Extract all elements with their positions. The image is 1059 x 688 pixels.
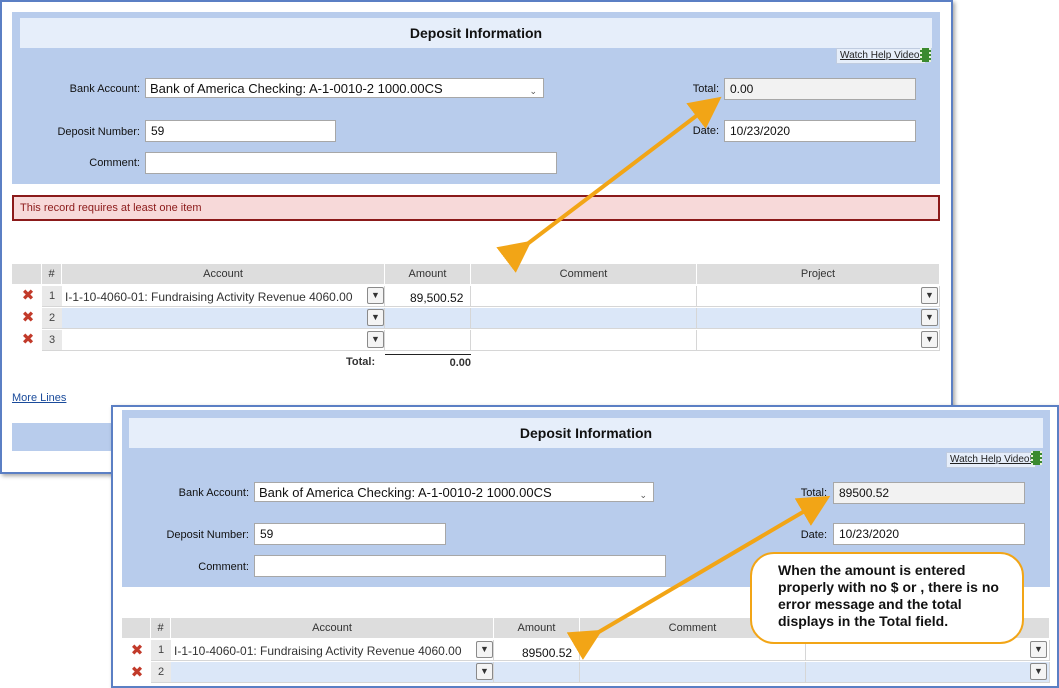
- top-grid-header-project: Project: [697, 264, 940, 284]
- bottom-date-input[interactable]: 10/23/2020: [833, 523, 1025, 545]
- account-cell[interactable]: [171, 662, 494, 683]
- bottom-grid-header-delete: [122, 618, 151, 638]
- amount-cell[interactable]: [385, 330, 471, 351]
- account-cell[interactable]: [62, 330, 385, 351]
- account-dropdown-icon[interactable]: ▼: [367, 287, 384, 304]
- project-cell[interactable]: [697, 308, 940, 329]
- bottom-bank-account-select[interactable]: Bank of America Checking: A-1-0010-2 100…: [254, 482, 654, 502]
- top-page-title: Deposit Information: [20, 18, 932, 48]
- account-dropdown-icon[interactable]: ▼: [367, 331, 384, 348]
- bottom-deposit-window: Deposit Information Watch Help Video! Ba…: [111, 405, 1059, 688]
- top-total-label: Total:: [692, 83, 719, 95]
- bottom-grid-header-account: Account: [171, 618, 494, 638]
- top-deposit-number-input[interactable]: 59: [145, 120, 336, 142]
- top-film-icon[interactable]: [920, 48, 931, 62]
- top-help-video-link[interactable]: Watch Help Video!: [836, 48, 927, 64]
- amount-cell[interactable]: [385, 308, 471, 329]
- bottom-page-title: Deposit Information: [129, 418, 1043, 448]
- bottom-film-icon[interactable]: [1031, 451, 1042, 465]
- top-grid-total-label: Total:: [346, 356, 376, 368]
- delete-row-icon[interactable]: ✖: [125, 663, 149, 683]
- more-lines-link[interactable]: More Lines: [12, 392, 66, 404]
- top-grid-total-value: 0.00: [385, 354, 471, 369]
- top-total-field: 0.00: [724, 78, 916, 100]
- row-number: 1: [151, 640, 171, 661]
- account-dropdown-icon[interactable]: ▼: [367, 309, 384, 326]
- amount-value: 89500.52: [522, 646, 573, 660]
- top-date-label: Date:: [692, 125, 719, 137]
- project-cell[interactable]: [697, 330, 940, 351]
- delete-row-icon[interactable]: ✖: [125, 641, 149, 661]
- bottom-comment-label: Comment:: [198, 561, 249, 573]
- account-dropdown-icon[interactable]: ▼: [476, 641, 493, 658]
- row-number: 3: [42, 330, 62, 351]
- bottom-grid-header-amount: Amount: [494, 618, 580, 638]
- project-cell[interactable]: [697, 286, 940, 307]
- bottom-bank-account-value: Bank of America Checking: A-1-0010-2 100…: [259, 485, 552, 500]
- top-bank-chevron-down-icon: ⌄: [529, 86, 537, 96]
- account-value: I-1-10-4060-01: Fundraising Activity Rev…: [65, 290, 353, 304]
- callout-bubble: When the amount is entered properly with…: [750, 552, 1024, 644]
- top-date-input[interactable]: 10/23/2020: [724, 120, 916, 142]
- comment-cell[interactable]: [471, 286, 697, 307]
- top-error-message: This record requires at least one item: [12, 195, 940, 221]
- comment-cell[interactable]: [471, 330, 697, 351]
- callout-text: When the amount is entered properly with…: [778, 562, 999, 629]
- top-grid-header-num: #: [42, 264, 62, 284]
- top-bank-account-value: Bank of America Checking: A-1-0010-2 100…: [150, 81, 443, 96]
- bottom-date-label: Date:: [800, 529, 827, 541]
- amount-cell[interactable]: [494, 662, 580, 683]
- account-value: I-1-10-4060-01: Fundraising Activity Rev…: [174, 644, 462, 658]
- delete-row-icon[interactable]: ✖: [16, 286, 40, 306]
- project-cell[interactable]: [806, 662, 1050, 683]
- project-dropdown-icon[interactable]: ▼: [921, 309, 938, 326]
- bottom-total-label: Total:: [800, 487, 827, 499]
- project-dropdown-icon[interactable]: ▼: [1030, 663, 1047, 680]
- row-number: 2: [151, 662, 171, 683]
- project-dropdown-icon[interactable]: ▼: [921, 331, 938, 348]
- bottom-total-field: 89500.52: [833, 482, 1025, 504]
- project-dropdown-icon[interactable]: ▼: [921, 287, 938, 304]
- project-dropdown-icon[interactable]: ▼: [1030, 641, 1047, 658]
- top-grid-header-amount: Amount: [385, 264, 471, 284]
- comment-cell[interactable]: [471, 308, 697, 329]
- top-header-panel: Deposit Information Watch Help Video! Ba…: [12, 12, 940, 184]
- top-comment-input[interactable]: [145, 152, 557, 174]
- top-grid-header-delete: [12, 264, 42, 284]
- bottom-bank-account-label: Bank Account:: [178, 487, 249, 499]
- bottom-deposit-number-input[interactable]: 59: [254, 523, 446, 545]
- bottom-grid-header-num: #: [151, 618, 171, 638]
- top-deposit-window: Deposit Information Watch Help Video! Ba…: [0, 0, 953, 474]
- comment-cell[interactable]: [580, 662, 806, 683]
- delete-row-icon[interactable]: ✖: [16, 330, 40, 350]
- top-grid-header-comment: Comment: [471, 264, 697, 284]
- row-number: 2: [42, 308, 62, 329]
- bottom-help-video-link[interactable]: Watch Help Video!: [946, 452, 1037, 468]
- top-deposit-number-label: Deposit Number:: [57, 126, 140, 138]
- bottom-bank-chevron-down-icon: ⌄: [639, 490, 647, 500]
- delete-row-icon[interactable]: ✖: [16, 308, 40, 328]
- top-grid-header-account: Account: [62, 264, 385, 284]
- top-bank-account-select[interactable]: Bank of America Checking: A-1-0010-2 100…: [145, 78, 544, 98]
- account-dropdown-icon[interactable]: ▼: [476, 663, 493, 680]
- account-cell[interactable]: [62, 308, 385, 329]
- top-bank-account-label: Bank Account:: [69, 83, 140, 95]
- amount-value: 89,500.52: [410, 291, 464, 305]
- top-comment-label: Comment:: [89, 157, 140, 169]
- bottom-comment-input[interactable]: [254, 555, 666, 577]
- bottom-deposit-number-label: Deposit Number:: [166, 529, 249, 541]
- row-number: 1: [42, 286, 62, 307]
